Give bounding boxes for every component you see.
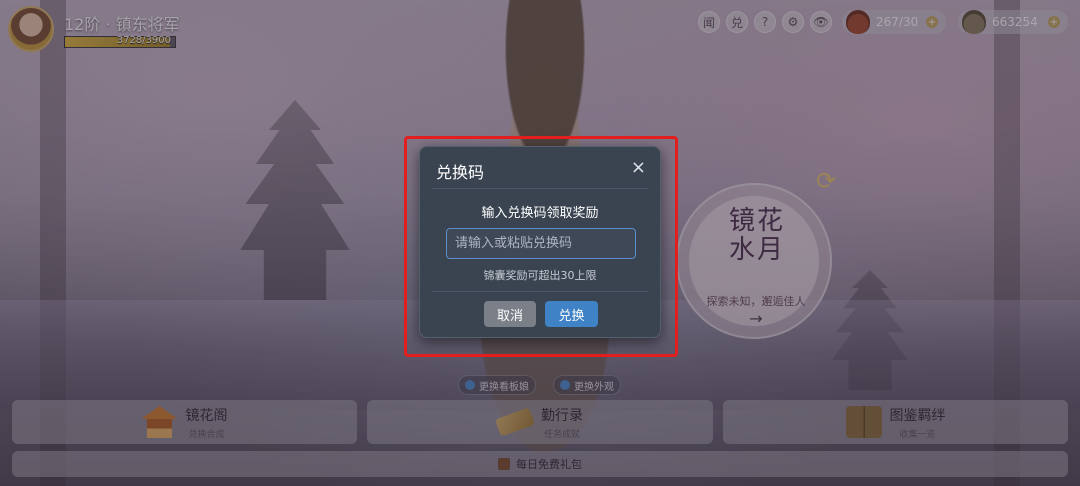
- highlight-annotation: [404, 136, 678, 357]
